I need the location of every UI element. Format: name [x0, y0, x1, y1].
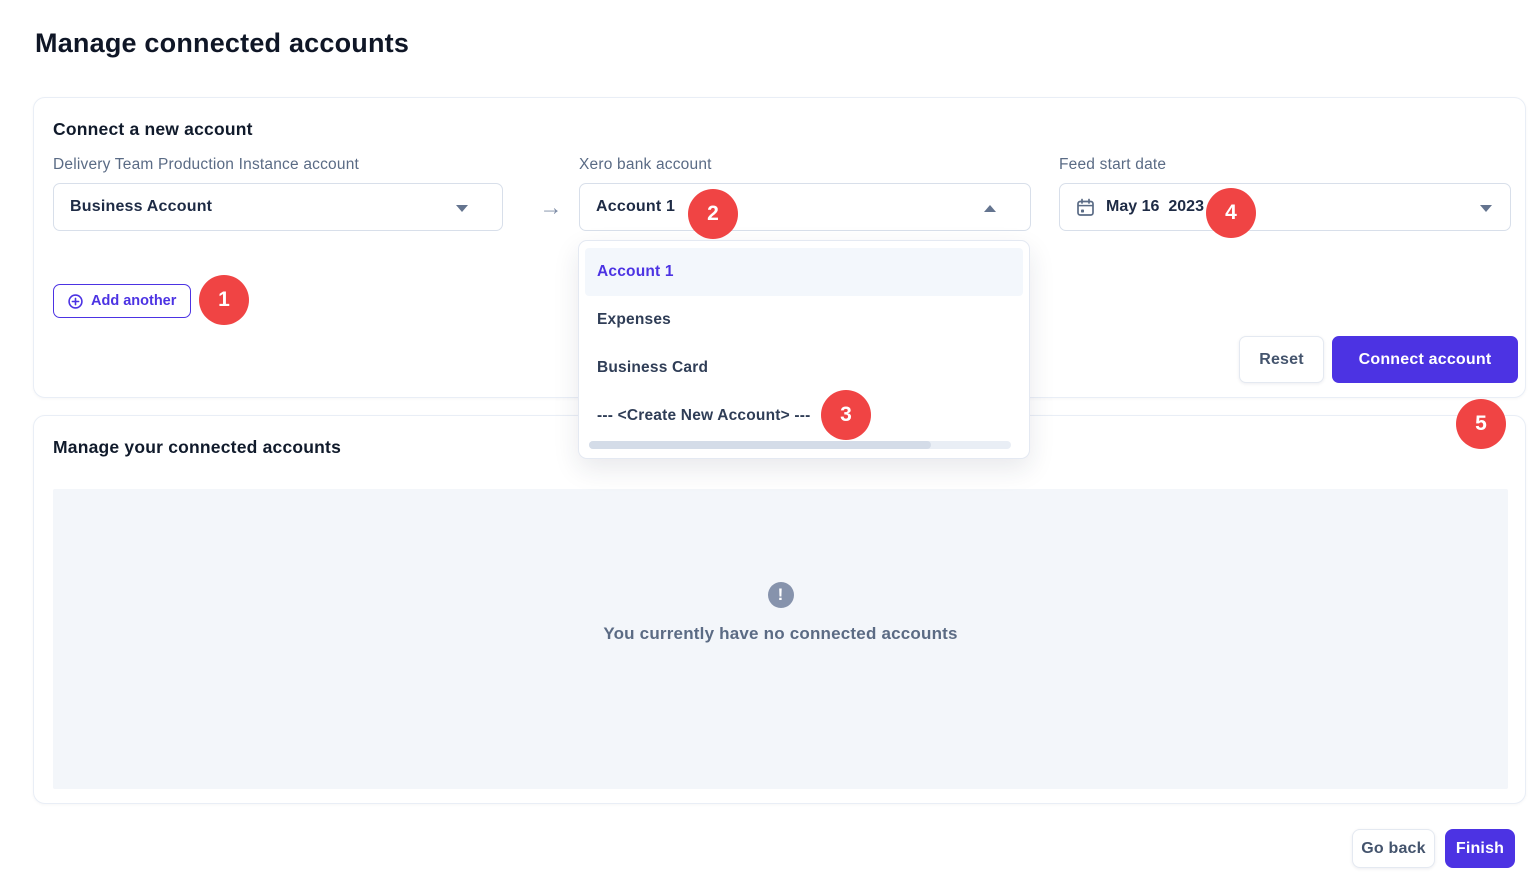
connect-account-button[interactable]: Connect account — [1332, 336, 1518, 383]
dropdown-option-business-card[interactable]: Business Card — [585, 344, 1023, 392]
add-another-label: Add another — [91, 293, 176, 309]
manage-card-heading: Manage your connected accounts — [53, 437, 341, 458]
xero-account-dropdown-menu: Account 1 Expenses Business Card --- <Cr… — [578, 240, 1030, 459]
finish-button[interactable]: Finish — [1445, 829, 1515, 868]
go-back-button[interactable]: Go back — [1352, 829, 1435, 868]
dropdown-scrollbar-thumb[interactable] — [589, 441, 931, 449]
dropdown-option-expenses[interactable]: Expenses — [585, 296, 1023, 344]
chevron-down-icon — [456, 205, 468, 212]
annotation-badge-3: 3 — [821, 390, 871, 440]
annotation-badge-2: 2 — [688, 189, 738, 239]
reset-button[interactable]: Reset — [1239, 336, 1324, 383]
source-account-select[interactable]: Business Account — [53, 183, 503, 231]
dropdown-scrollbar-track — [589, 441, 1011, 449]
xero-account-label: Xero bank account — [579, 156, 712, 174]
source-account-label: Delivery Team Production Instance accoun… — [53, 156, 359, 174]
empty-state-text: You currently have no connected accounts — [603, 624, 957, 644]
xero-account-select[interactable]: Account 1 — [579, 183, 1031, 231]
manage-accounts-card: Manage your connected accounts ! You cur… — [33, 415, 1526, 804]
exclamation-icon: ! — [768, 582, 794, 608]
source-account-value: Business Account — [70, 198, 212, 216]
dropdown-option-account-1[interactable]: Account 1 — [585, 248, 1023, 296]
arrow-right-icon: → — [528, 194, 574, 221]
calendar-icon — [1076, 198, 1095, 217]
chevron-up-icon — [984, 205, 996, 212]
feed-start-date-label: Feed start date — [1059, 156, 1166, 174]
chevron-down-icon — [1480, 205, 1492, 212]
xero-account-value: Account 1 — [596, 198, 675, 216]
feed-start-date-picker[interactable]: May 162023 — [1059, 183, 1511, 231]
plus-circle-icon — [68, 294, 83, 309]
connect-card-heading: Connect a new account — [53, 119, 253, 140]
add-another-button[interactable]: Add another — [53, 284, 191, 318]
page-title: Manage connected accounts — [35, 28, 409, 59]
annotation-badge-1: 1 — [199, 275, 249, 325]
dropdown-option-create-new-account[interactable]: --- <Create New Account> --- — [585, 392, 1023, 440]
feed-start-date-value: May 162023 — [1106, 198, 1204, 216]
connected-accounts-empty-panel: ! You currently have no connected accoun… — [53, 489, 1508, 789]
annotation-badge-4: 4 — [1206, 188, 1256, 238]
annotation-badge-5: 5 — [1456, 399, 1506, 449]
